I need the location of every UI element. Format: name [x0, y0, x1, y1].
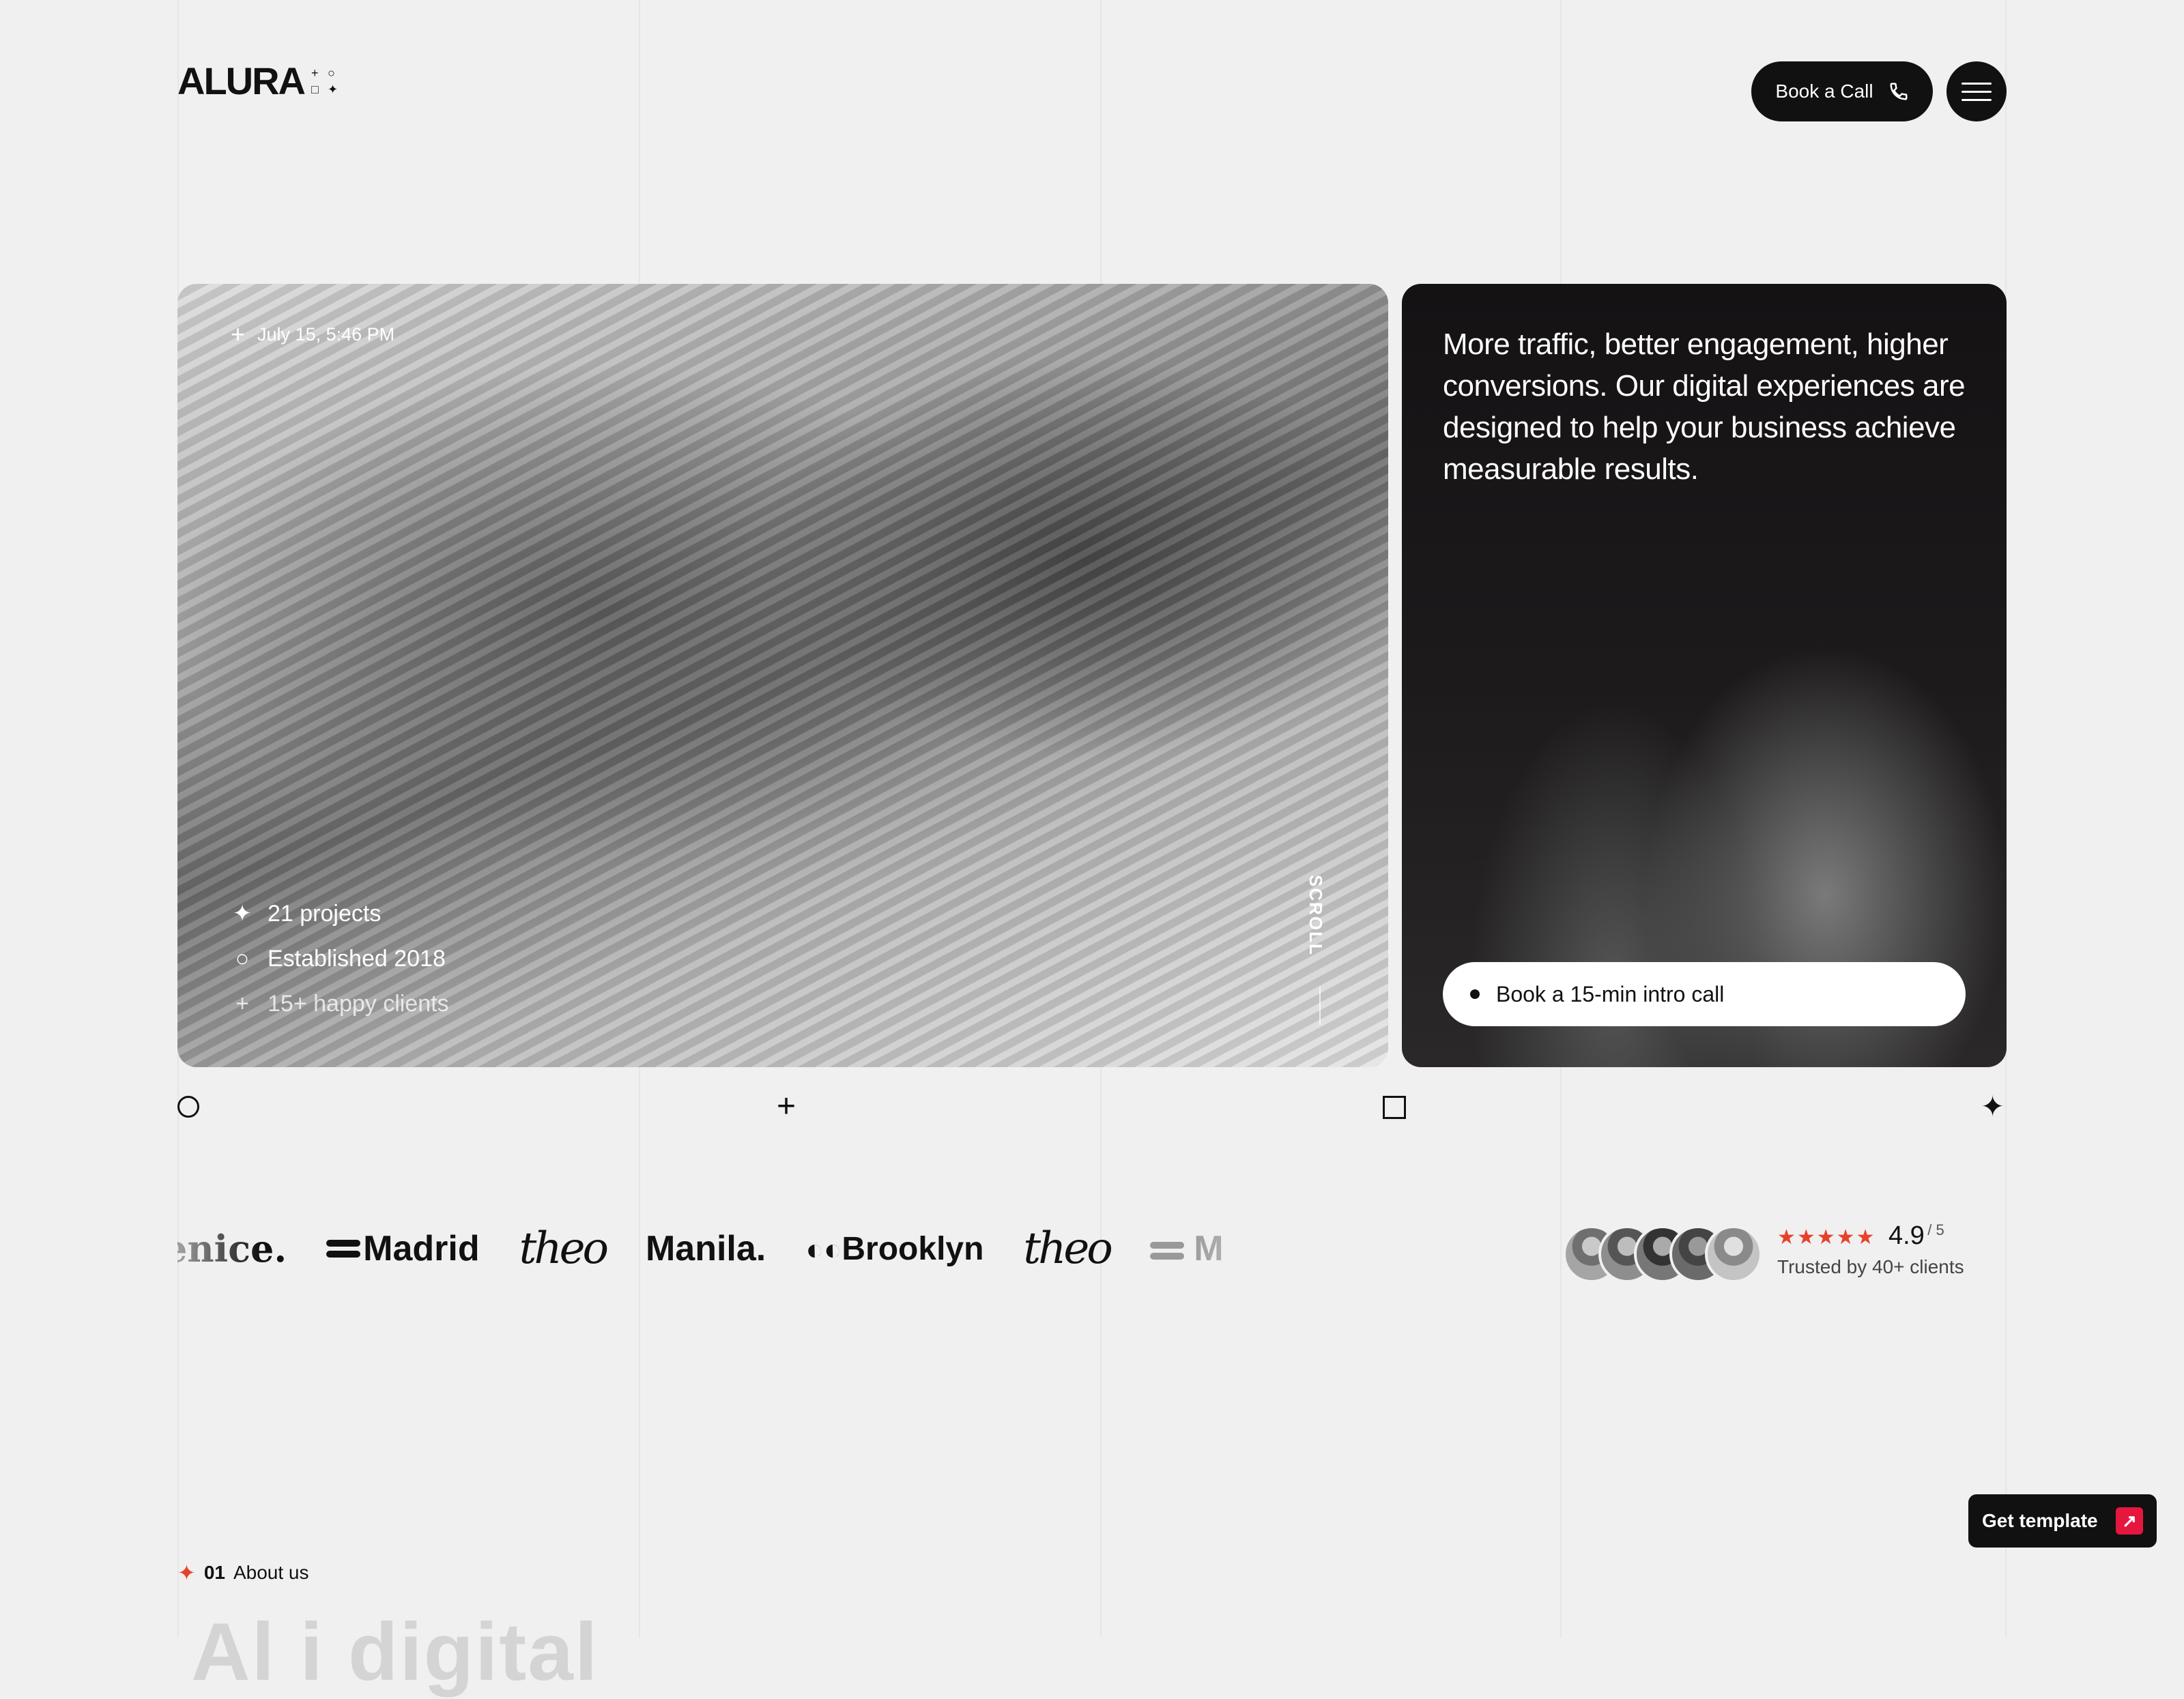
hero-image-card: + July 15, 5:46 PM ✦ 21 projects ○ Estab… — [177, 284, 1388, 1067]
sparkle-icon: ✦ — [232, 901, 253, 927]
stat-clients: + 15+ happy clients — [231, 981, 449, 1026]
rating-score: 4.9 — [1888, 1221, 1925, 1250]
client-logo: enice. — [177, 1227, 287, 1270]
stat-established: ○ Established 2018 — [231, 936, 449, 981]
eyes-icon: ◐◐ — [805, 1232, 842, 1266]
hamburger-icon — [1962, 82, 1992, 85]
star-icons: ★★★★★ — [1777, 1226, 1876, 1249]
plus-icon: + — [235, 990, 249, 1017]
phone-icon — [1890, 83, 1908, 100]
get-template-button[interactable]: Get template ↗ — [1968, 1494, 2157, 1548]
hero-date: + July 15, 5:46 PM — [231, 320, 395, 348]
plus-icon: + — [231, 320, 246, 348]
client-logo: theo — [519, 1223, 609, 1274]
logo-marks-icon: + ○ □ ✦ — [311, 66, 339, 96]
avatar — [1705, 1225, 1762, 1283]
stat-projects: ✦ 21 projects — [231, 891, 449, 936]
get-template-label: Get template — [1982, 1510, 2098, 1531]
arrow-up-right-icon: ↗ — [2116, 1507, 2143, 1535]
client-logo: theo — [1023, 1223, 1112, 1274]
value-text: More traffic, better engagement, higher … — [1443, 328, 1966, 486]
hero-stats: ✦ 21 projects ○ Established 2018 + 15+ h… — [231, 891, 449, 1026]
brand-logo[interactable]: ALURA + ○ □ ✦ — [177, 59, 341, 103]
client-logos-marquee: enice. Madrid theo Manila. ◐◐Brooklyn th… — [177, 1215, 1338, 1283]
section-number: 01 — [203, 1562, 225, 1583]
madrid-bars-icon — [326, 1240, 361, 1258]
logo-text: ALURA — [177, 59, 306, 102]
rating-max: / 5 — [1927, 1221, 1944, 1238]
menu-button[interactable] — [1946, 61, 2007, 121]
sparkle-mark-icon: ✦ — [1981, 1090, 2005, 1122]
scroll-indicator[interactable]: SCROLL — [1305, 875, 1326, 956]
client-logo: M — [1149, 1228, 1224, 1269]
book-call-label: Book a Call — [1775, 81, 1873, 102]
bars-icon — [1149, 1242, 1184, 1260]
circle-mark-icon — [177, 1096, 199, 1118]
circle-icon: ○ — [235, 945, 250, 972]
section-heading: Al i digital — [191, 1606, 599, 1698]
plus-mark-icon: + — [777, 1088, 796, 1124]
trusted-text: Trusted by 40+ clients — [1777, 1256, 1964, 1277]
square-mark-icon — [1383, 1096, 1406, 1119]
sparkle-icon: ✦ — [177, 1560, 196, 1585]
rating-block: ★★★★★ 4.9 / 5 Trusted by 40+ clients — [1777, 1221, 1964, 1278]
section-title: About us — [233, 1562, 309, 1583]
intro-call-button[interactable]: Book a 15-min intro call — [1443, 962, 1966, 1026]
intro-call-label: Book a 15-min intro call — [1496, 981, 1725, 1006]
value-card: More traffic, better engagement, higher … — [1402, 284, 2007, 1067]
client-avatars — [1563, 1225, 1762, 1283]
section-label: ✦ 01 About us — [177, 1560, 309, 1586]
client-logo: ◐◐Brooklyn — [805, 1230, 984, 1267]
dot-icon — [1470, 989, 1480, 999]
scroll-line — [1319, 987, 1321, 1025]
book-call-button[interactable]: Book a Call — [1751, 61, 1933, 121]
client-logo: Madrid — [326, 1228, 480, 1269]
client-logo: Manila. — [645, 1229, 766, 1268]
